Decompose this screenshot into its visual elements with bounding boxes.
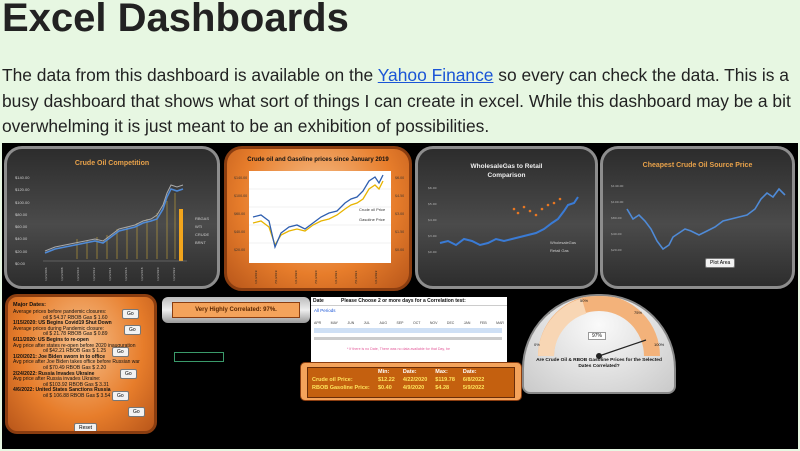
crude-plot: 1/2/2006 1/2/2008 1/2/2010 1/2/2012 1/2/2014… — [43, 184, 187, 281]
svg-text:1/1/2022: 1/1/2022 — [374, 270, 378, 284]
plot-area-button[interactable]: Plot Area — [705, 258, 736, 268]
svg-text:1/2/2014: 1/2/2014 — [108, 267, 112, 281]
svg-text:$6.00: $6.00 — [395, 176, 404, 180]
svg-text:1/1/2019: 1/1/2019 — [254, 270, 258, 284]
svg-text:7/1/2020: 7/1/2020 — [314, 270, 318, 284]
svg-text:1/2/2008: 1/2/2008 — [60, 267, 64, 281]
svg-text:$4.50: $4.50 — [395, 194, 404, 198]
svg-text:$60.00: $60.00 — [234, 212, 245, 216]
major-dates-list: Average prices before pandemic closures:… — [13, 309, 140, 399]
svg-text:1/2/2022: 1/2/2022 — [172, 267, 176, 281]
gauge-label-100: 100% — [654, 342, 665, 347]
major-dates-title: Major Dates: — [13, 302, 47, 308]
page-title: Excel Dashboards — [2, 0, 349, 40]
gauge-center-label: 97% — [588, 332, 607, 340]
date-instruction: Please Choose 2 or more days for a Corre… — [341, 298, 466, 304]
go-button-2[interactable]: Go — [124, 325, 141, 335]
correlation-result-box: Very Highly Correlated: 97%. — [162, 297, 310, 323]
date-timeline-panel: Date Please Choose 2 or more days for a … — [311, 297, 507, 363]
svg-text:1/2/2018: 1/2/2018 — [140, 267, 144, 281]
svg-text:1/2/2012: 1/2/2012 — [92, 267, 96, 281]
min-max-stats-panel: Min: Date: Max: Date: Crude oil Price: $12.2… — [300, 362, 522, 401]
svg-text:$20.00: $20.00 — [611, 248, 622, 252]
svg-text:1/2/2016: 1/2/2016 — [124, 267, 128, 281]
crude-gasoline-prices-chart: Crude oil and Gasoline prices since Janu… — [224, 146, 412, 291]
go-button-4[interactable]: Go — [120, 369, 137, 379]
correlation-gauge: 97% 0% 25% 50% 75% 100% Are Crude Oil & … — [522, 294, 676, 394]
svg-text:$40.00: $40.00 — [611, 232, 622, 236]
svg-text:$1.50: $1.50 — [395, 230, 404, 234]
svg-text:1/2/2020: 1/2/2020 — [156, 267, 160, 281]
svg-text:7/1/2021: 7/1/2021 — [354, 270, 358, 284]
svg-text:$5.00: $5.00 — [428, 202, 437, 206]
svg-text:$100.00: $100.00 — [611, 200, 623, 204]
svg-text:$140.00: $140.00 — [234, 176, 247, 180]
svg-text:1/2/2006: 1/2/2006 — [44, 267, 48, 281]
go-button-3[interactable]: Go — [112, 347, 129, 357]
svg-text:1/1/2020: 1/1/2020 — [294, 270, 298, 284]
svg-text:$140.00: $140.00 — [611, 184, 623, 188]
go-button-1[interactable]: Go — [122, 309, 139, 319]
intro-paragraph: The data from this dashboard is availabl… — [2, 63, 797, 140]
timeline-bar[interactable] — [314, 328, 502, 333]
crude-oil-competition-chart: Crude Oil Competition $140.00 $120.00 $100… — [4, 146, 220, 289]
cheapest-plot: $140.00 $100.00 $80.00 $40.00 $20.00 — [611, 184, 786, 252]
gauge-label-50: 50% — [580, 298, 589, 303]
gauge-label-25: 25% — [542, 310, 551, 315]
month-row[interactable]: APR MAY JUN JUL AUG SEP OCT NOV DEC JAN FEB MAR — [314, 321, 504, 325]
timeline-scrollbar[interactable] — [314, 337, 502, 340]
gauge-label-0: 0% — [534, 342, 540, 347]
wholesale-retail-chart: WholesaleGas to Retail Comparison $6.00 $… — [415, 146, 598, 289]
svg-text:1/1/2021: 1/1/2021 — [334, 270, 338, 284]
reset-button[interactable]: Reset — [74, 423, 98, 431]
svg-text:$4.00: $4.00 — [428, 218, 437, 222]
empty-cell-box — [174, 352, 224, 362]
wholesale-plot: $6.00 $5.00 $4.00 $3.00 $0.00 — [428, 186, 579, 254]
svg-text:$80.00: $80.00 — [611, 216, 622, 220]
svg-text:1/2/2010: 1/2/2010 — [76, 267, 80, 281]
svg-text:$0.00: $0.00 — [428, 250, 437, 254]
svg-text:$0.00: $0.00 — [395, 248, 404, 252]
gauge-label-75: 75% — [634, 310, 643, 315]
svg-text:$20.00: $20.00 — [234, 248, 245, 252]
all-periods-label: All Periods — [314, 308, 336, 313]
go-button-6[interactable]: Go — [128, 407, 145, 417]
date-header: Date — [313, 298, 324, 304]
intro-text-before: The data from this dashboard is availabl… — [2, 65, 378, 85]
cheapest-crude-chart: Cheapest Crude Oil Source Price $140.00 $… — [600, 146, 795, 289]
dashboard-image: Crude Oil Competition $140.00 $120.00 $100… — [2, 143, 798, 449]
yahoo-finance-link[interactable]: Yahoo Finance — [378, 65, 494, 85]
no-data-note: * If there is no Date, There was no data… — [347, 347, 450, 351]
svg-text:$100.00: $100.00 — [234, 194, 247, 198]
svg-text:$40.00: $40.00 — [234, 230, 245, 234]
gauge-question: Are Crude Oil & RBOB Gasoline Prices for… — [536, 358, 662, 369]
svg-text:$6.00: $6.00 — [428, 186, 437, 190]
wholesale-legend: WholesaleGas Retail Gas — [550, 240, 577, 253]
major-dates-panel: Major Dates: Average prices before pande… — [5, 294, 157, 434]
go-button-5[interactable]: Go — [112, 391, 129, 401]
gas-legend: Crude oil Price Gasoline Price — [359, 207, 386, 222]
svg-text:7/1/2019: 7/1/2019 — [274, 270, 278, 284]
svg-text:$3.00: $3.00 — [395, 212, 404, 216]
svg-text:$3.00: $3.00 — [428, 234, 437, 238]
min-max-table: Min: Date: Max: Date: Crude oil Price: $12.2… — [312, 369, 485, 391]
correlation-result-label: Very Highly Correlated: 97%. — [172, 302, 300, 318]
